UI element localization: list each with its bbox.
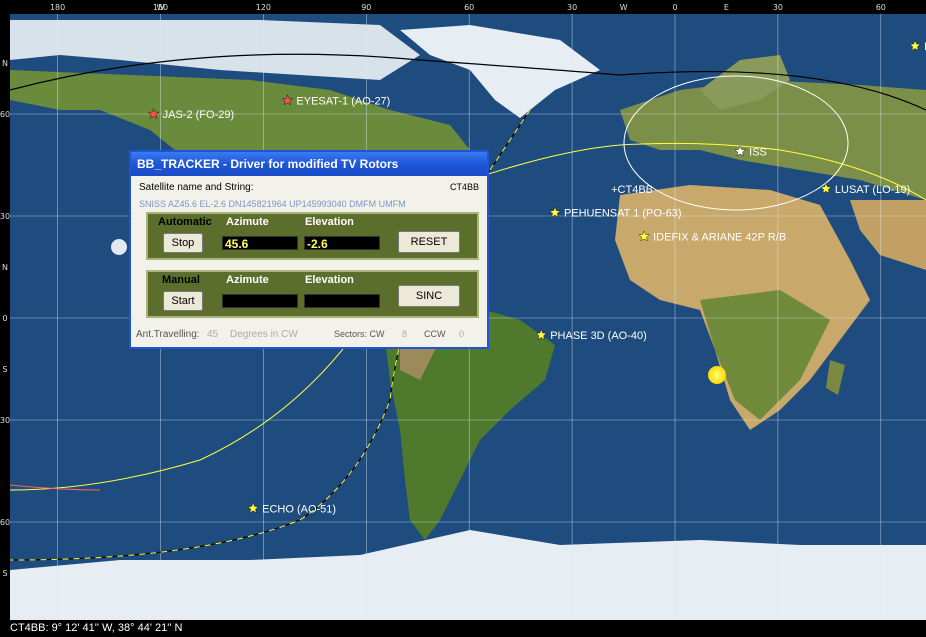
automatic-panel: Automatic Azimute Elevation Stop 45.6 -2… bbox=[146, 212, 479, 260]
satellite-marker[interactable]: PEHUENSAT 1 (PO-63) bbox=[549, 206, 682, 220]
ant-travelling-value: 45 bbox=[207, 329, 219, 340]
window-body: Satellite name and String: CT4BB SNISS A… bbox=[131, 176, 487, 347]
top-tick-label: 150 bbox=[153, 3, 168, 12]
left-tick-label: 30 bbox=[0, 212, 10, 221]
manual-elevation-input[interactable] bbox=[304, 294, 380, 308]
satellite-name: IDEFIX & ARIANE 42P R/B bbox=[653, 231, 786, 243]
station-label: +CT4BB bbox=[611, 184, 653, 196]
window-title[interactable]: BB_TRACKER - Driver for modified TV Roto… bbox=[131, 152, 487, 176]
satellite-string: SNISS AZ45.6 EL-2.6 DN145821964 UP145993… bbox=[139, 199, 406, 209]
sectors-ccw-value: 0 bbox=[459, 329, 465, 339]
left-tick-label: S bbox=[2, 365, 7, 374]
satellite-name: ISS bbox=[749, 146, 767, 158]
left-tick-label: 30 bbox=[0, 416, 10, 425]
auto-azimute-header: Azimute bbox=[226, 216, 269, 228]
top-ruler bbox=[0, 0, 926, 14]
ant-travelling-label: Ant.Travelling: bbox=[136, 329, 200, 340]
sectors-cw-value: 8 bbox=[402, 329, 408, 339]
satellite-label: Satellite name and String: bbox=[139, 182, 254, 193]
top-tick-label: 90 bbox=[361, 3, 371, 12]
top-tick-label: 180 bbox=[50, 3, 65, 12]
top-tick-label: W bbox=[620, 3, 628, 12]
auto-elevation-header: Elevation bbox=[305, 216, 354, 228]
top-tick-label: E bbox=[724, 3, 729, 12]
manual-azimute-header: Azimute bbox=[226, 274, 269, 286]
satellite-name: LUSAT (LO-19) bbox=[835, 184, 910, 196]
satellite-name: PHASE 3D (AO-40) bbox=[550, 330, 647, 342]
sun-marker bbox=[708, 366, 726, 384]
manual-azimute-input[interactable] bbox=[222, 294, 298, 308]
automatic-label: Automatic bbox=[158, 216, 212, 228]
left-tick-label: S bbox=[2, 569, 7, 578]
satellite-name: ECHO (AO-51) bbox=[262, 503, 336, 515]
sinc-button[interactable]: SINC bbox=[398, 285, 460, 307]
left-tick-label: 60 bbox=[0, 518, 10, 527]
stop-button[interactable]: Stop bbox=[163, 233, 203, 253]
left-tick-label: 0 bbox=[2, 314, 7, 323]
reset-button[interactable]: RESET bbox=[398, 231, 460, 253]
auto-azimute-display: 45.6 bbox=[222, 236, 298, 251]
station-marker: +CT4BB bbox=[611, 184, 653, 196]
top-tick-label: 0 bbox=[672, 3, 677, 12]
satellite-name: JAS-2 (FO-29) bbox=[163, 109, 235, 121]
sectors-ccw-label: CCW bbox=[424, 329, 446, 339]
left-tick-label: N bbox=[2, 59, 8, 68]
start-button[interactable]: Start bbox=[163, 291, 203, 311]
top-tick-label: 60 bbox=[464, 3, 474, 12]
manual-panel: Manual Azimute Elevation Start SINC bbox=[146, 270, 479, 318]
sectors-cw-label: Sectors: CW bbox=[334, 329, 385, 339]
degrees-label: Degrees in CW bbox=[230, 329, 298, 340]
status-bar: CT4BB: 9° 12' 41'' W, 38° 44' 21'' N bbox=[0, 620, 926, 637]
satellite-marker[interactable]: ECHO (AO-51) bbox=[247, 502, 336, 516]
callsign: CT4BB bbox=[449, 182, 479, 192]
top-tick-label: 30 bbox=[567, 3, 577, 12]
satellite-marker[interactable]: EYESAT-1 (AO-27) bbox=[281, 94, 390, 108]
manual-label: Manual bbox=[162, 274, 200, 286]
left-tick-label: N bbox=[2, 263, 8, 272]
satellite-name: PEHUENSAT 1 (PO-63) bbox=[564, 208, 682, 220]
satellite-marker[interactable]: LUSAT (LO-19) bbox=[820, 182, 911, 196]
top-tick-label: 30 bbox=[773, 3, 783, 12]
auto-elevation-display: -2.6 bbox=[304, 236, 380, 251]
top-tick-label: 60 bbox=[876, 3, 886, 12]
top-tick-label: 120 bbox=[256, 3, 271, 12]
satellite-name: EYESAT-1 (AO-27) bbox=[296, 95, 390, 107]
tracker-window[interactable]: BB_TRACKER - Driver for modified TV Roto… bbox=[129, 150, 489, 349]
satellite-marker[interactable]: PHASE 3D (AO-40) bbox=[535, 328, 647, 343]
satellite-marker[interactable]: IDEFIX & ARIANE 42P R/B bbox=[638, 230, 786, 244]
manual-elevation-header: Elevation bbox=[305, 274, 354, 286]
left-tick-label: 60 bbox=[0, 110, 10, 119]
